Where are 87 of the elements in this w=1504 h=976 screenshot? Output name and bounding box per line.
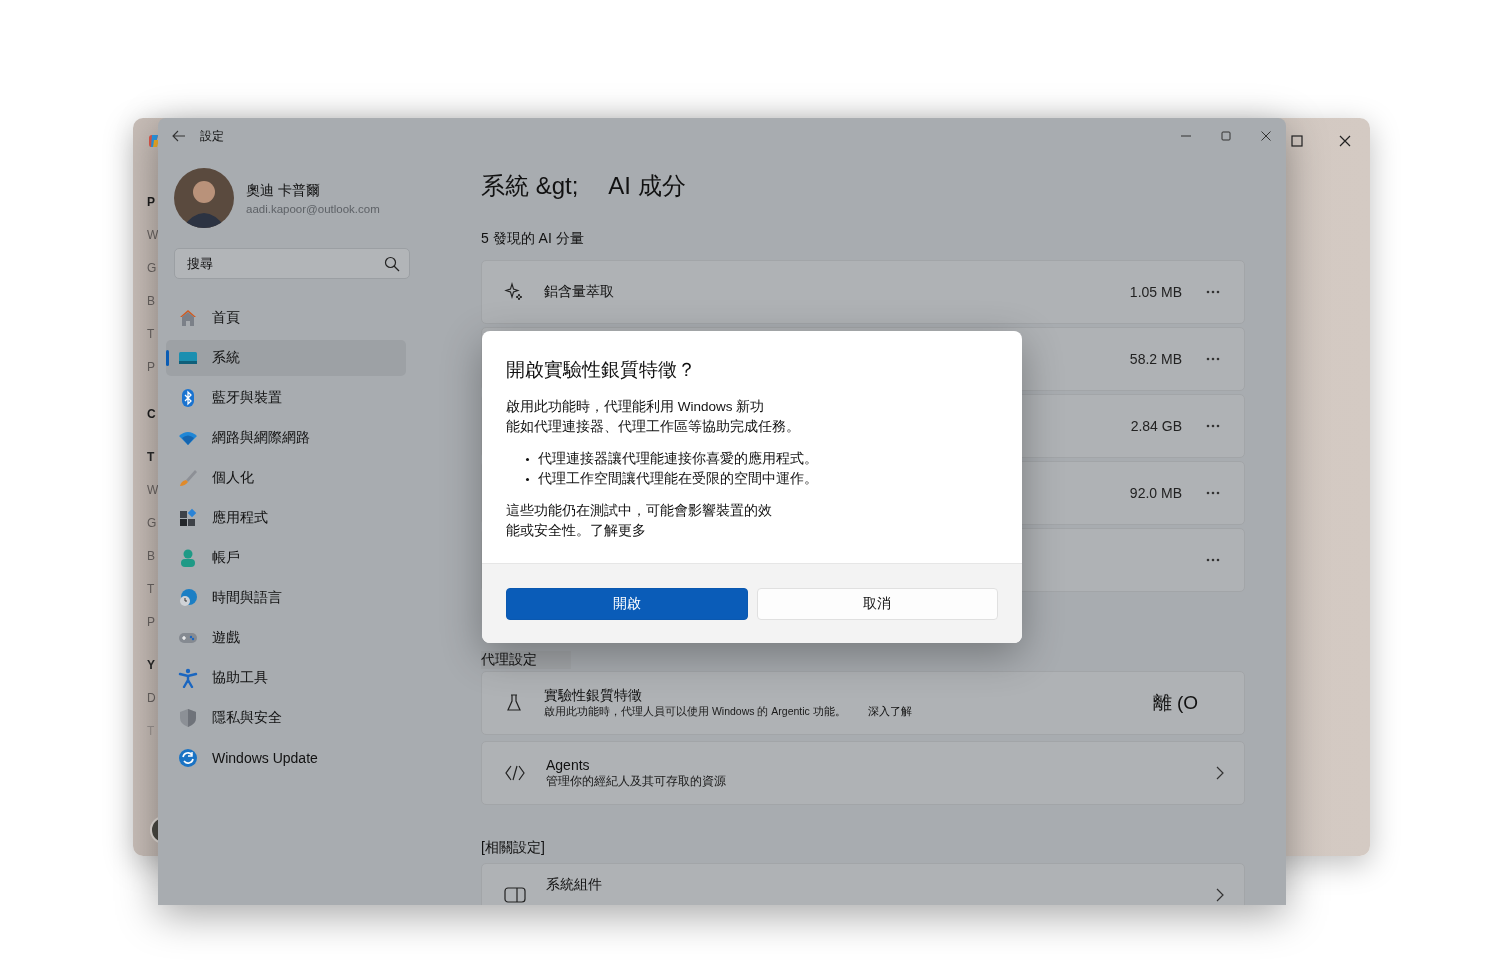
more-icon xyxy=(1206,491,1220,495)
sidebar-text: W xyxy=(147,482,159,498)
card-description: 啟用此功能時，代理人員可以使用 Windows 的 Argentic 功能。 xyxy=(544,705,846,719)
sidebar-text: B xyxy=(147,293,155,309)
globe-clock-icon xyxy=(178,588,198,608)
more-icon xyxy=(1206,558,1220,562)
sidebar-text: W xyxy=(147,227,159,243)
flask-icon xyxy=(504,693,524,713)
page-title: AI 成分 xyxy=(608,171,686,201)
apps-icon xyxy=(178,508,198,528)
bullet-text: 代理工作空間讓代理能在受限的空間中運作。 xyxy=(538,470,818,488)
maximize-icon xyxy=(1221,131,1231,141)
close-icon xyxy=(1261,131,1271,141)
sidebar-text: B xyxy=(147,548,155,564)
card-title: 實驗性銀質特徵 xyxy=(544,687,643,705)
sync-icon xyxy=(178,748,198,768)
sidebar-item[interactable]: 帳戶 xyxy=(166,540,406,576)
more-icon xyxy=(1206,357,1220,361)
card-title: 系統組件 xyxy=(546,876,602,894)
avatar xyxy=(174,168,234,228)
sparkle-icon xyxy=(504,282,524,302)
sidebar-text: Y xyxy=(147,657,155,673)
sidebar-text: P xyxy=(147,194,155,210)
sidebar-text: T xyxy=(147,326,155,342)
minimize-icon xyxy=(1181,135,1191,137)
sidebar-item[interactable]: Windows Update xyxy=(166,740,406,776)
sidebar-text: T xyxy=(147,449,155,465)
sidebar-item[interactable]: 隱私與安全 xyxy=(166,700,406,736)
dialog-text: 啟用此功能時，代理能利用 Windows 新功 能如代理連接器、代理工作區等協助完成任務。 xyxy=(506,398,801,436)
page-title: 系統 &gt; xyxy=(481,171,579,201)
sidebar-text: P xyxy=(147,614,155,630)
cancel-button[interactable]: 取消 xyxy=(756,587,998,620)
window-title: 設定 xyxy=(200,127,224,145)
section-heading: [相關設定] xyxy=(481,839,546,857)
dialog-title: 開啟實驗性銀質特徵？ xyxy=(506,358,697,382)
more-icon xyxy=(1206,290,1220,294)
chevron-right-icon xyxy=(1216,888,1224,902)
maximize-icon xyxy=(1291,135,1303,147)
profile-email: aadi.kapoor@outlook.com xyxy=(246,202,380,215)
section-heading: 5 發現的 AI 分量 xyxy=(481,230,585,248)
sidebar-text: C xyxy=(147,406,156,422)
sidebar-text: G xyxy=(147,260,157,276)
confirm-button[interactable]: 開啟 xyxy=(506,587,748,620)
card-description: 管理你的經紀人及其可存取的資源 xyxy=(546,773,726,790)
back-arrow-icon xyxy=(172,130,186,142)
sidebar-item[interactable]: 藍牙與裝置 xyxy=(166,380,406,416)
setting-card[interactable]: 實驗性銀質特徵 啟用此功能時，代理人員可以使用 Windows 的 Argentic 功能。 深入了解 離 (O xyxy=(481,671,1245,735)
sidebar-item[interactable]: 個人化 xyxy=(166,460,406,496)
toggle-label[interactable]: 離 (O xyxy=(1152,690,1198,716)
component-size: 58.2 MB xyxy=(1129,351,1182,367)
code-brackets-icon xyxy=(504,763,526,783)
sidebar-text: P xyxy=(147,359,155,375)
component-size: 92.0 MB xyxy=(1129,485,1182,501)
sidebar-item[interactable]: 首頁 xyxy=(166,300,406,336)
setting-card[interactable]: 鋁含量萃取 1.05 MB xyxy=(481,260,1245,324)
sidebar-text: D xyxy=(147,690,156,706)
sidebar-item[interactable]: 協助工具 xyxy=(166,660,406,696)
panel-icon xyxy=(504,886,526,904)
sidebar-item[interactable]: 遊戲 xyxy=(166,620,406,656)
dialog-text: 這些功能仍在測試中，可能會影響裝置的效 能或安全性。了解更多 xyxy=(506,502,773,540)
bullet-icon xyxy=(526,477,529,481)
sidebar-item[interactable]: 時間與語言 xyxy=(166,580,406,616)
accessibility-icon xyxy=(178,668,198,688)
search-field[interactable]: 搜尋 xyxy=(174,248,410,279)
component-size: 2.84 GB xyxy=(1130,418,1182,434)
shield-icon xyxy=(178,708,198,728)
brush-icon xyxy=(178,468,198,488)
card-title: Agents xyxy=(546,756,591,773)
search-icon xyxy=(384,256,400,272)
house-icon xyxy=(178,308,198,328)
chevron-right-icon xyxy=(1216,766,1224,780)
setting-card[interactable]: 系統組件 xyxy=(481,863,1245,905)
more-icon xyxy=(1206,424,1220,428)
sidebar-item[interactable]: 網路與網際網路 xyxy=(166,420,406,456)
bullet-icon xyxy=(526,457,529,461)
sidebar-text: G xyxy=(147,515,157,531)
person-icon xyxy=(178,548,198,568)
sidebar-item[interactable]: 應用程式 xyxy=(166,500,406,536)
bullet-text: 代理連接器讓代理能連接你喜愛的應用程式。 xyxy=(538,450,818,468)
sidebar-text: T xyxy=(147,581,155,597)
learn-more-link[interactable]: 深入了解 xyxy=(867,705,912,719)
component-size: 1.05 MB xyxy=(1129,284,1182,300)
close-icon xyxy=(1339,135,1351,147)
component-name: 鋁含量萃取 xyxy=(544,283,614,301)
sidebar-item[interactable]: 系統 xyxy=(166,340,406,376)
profile-name: 奧迪 卡普爾 xyxy=(246,181,321,200)
setting-card[interactable]: Agents 管理你的經紀人及其可存取的資源 xyxy=(481,741,1245,805)
